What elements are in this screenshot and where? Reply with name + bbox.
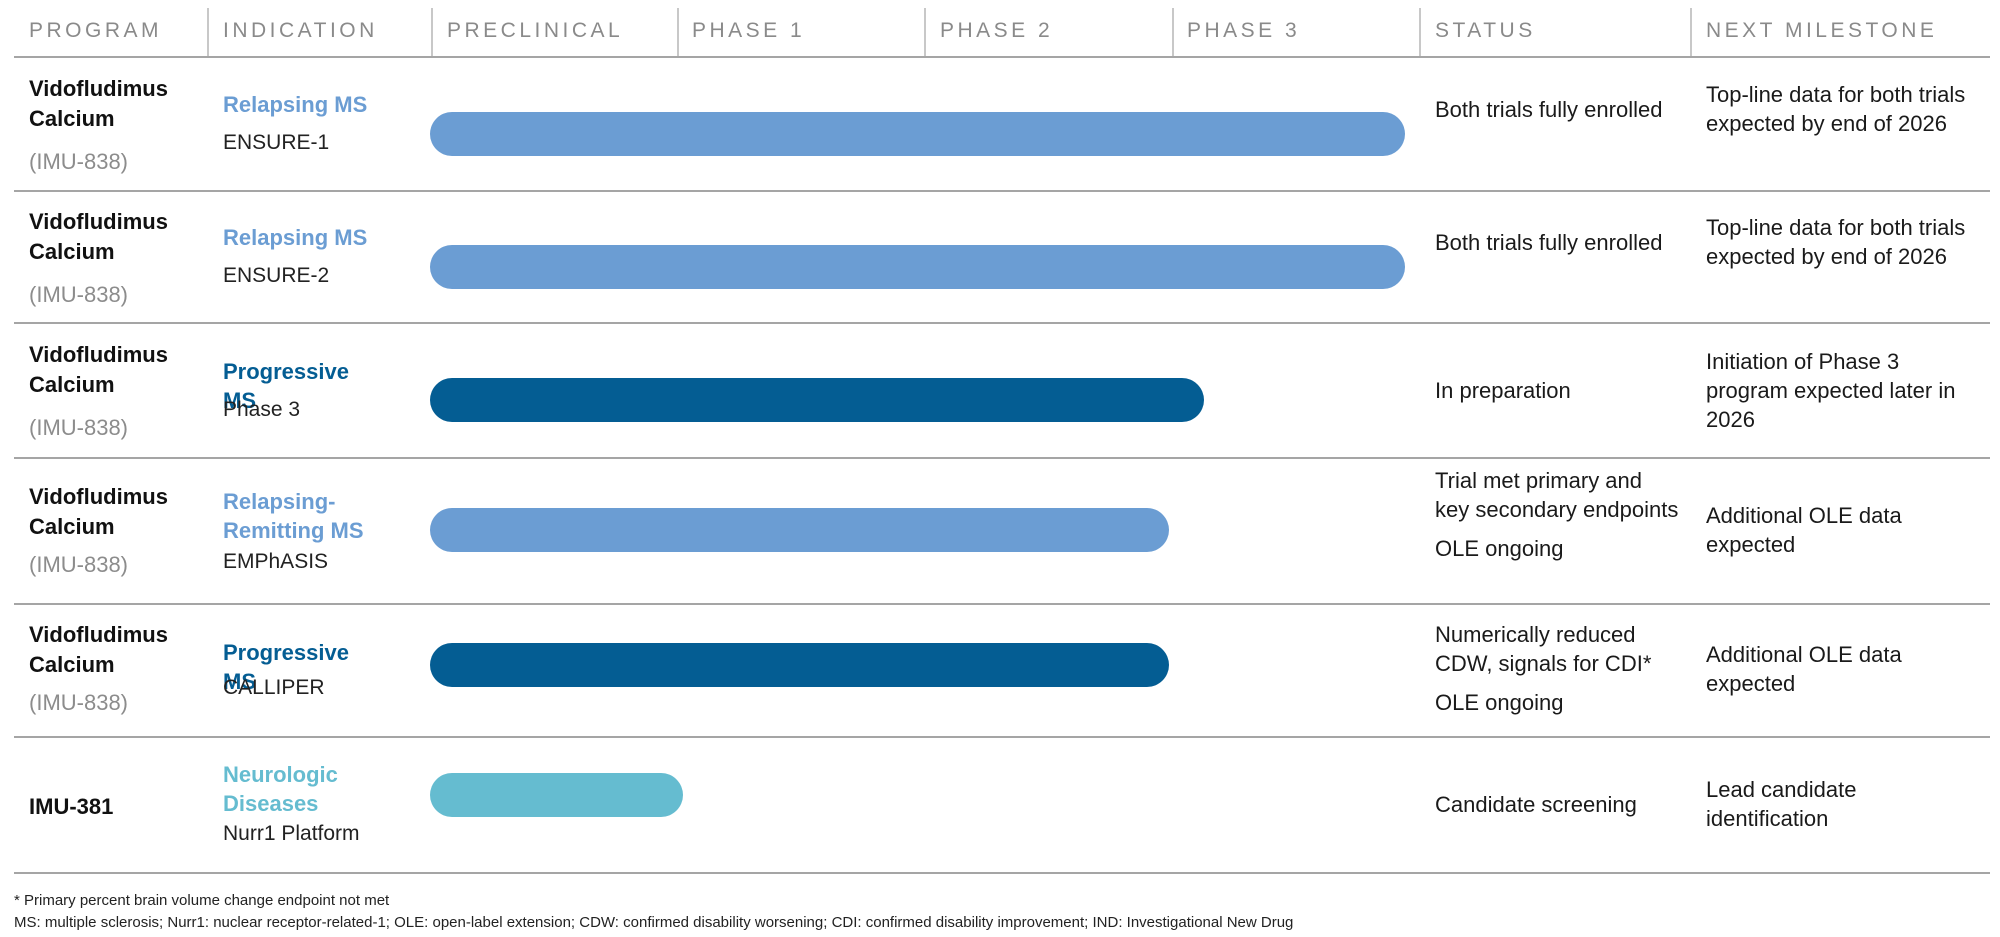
milestone-text: Additional OLE data expected bbox=[1706, 642, 1902, 696]
milestone-text: Top-line data for both trials expected b… bbox=[1706, 215, 1966, 269]
milestone-text: Top-line data for both trials expected b… bbox=[1706, 82, 1966, 136]
header-divider bbox=[924, 8, 926, 56]
progress-bar bbox=[430, 378, 1204, 422]
header-divider bbox=[1419, 8, 1421, 56]
row-divider bbox=[14, 736, 1990, 738]
status-extra: OLE ongoing bbox=[1435, 536, 1564, 561]
program-name-line: Vidofludimus bbox=[29, 76, 168, 101]
program-name: Vidofludimus Calcium bbox=[29, 74, 199, 134]
program-code: (IMU-838) bbox=[29, 415, 129, 440]
progress-bar bbox=[430, 643, 1169, 687]
program-code: (IMU-838) bbox=[29, 552, 129, 577]
progress-bar bbox=[430, 508, 1169, 552]
status-main: Numerically reduced CDW, signals for CDI… bbox=[1435, 622, 1652, 676]
program-code: (IMU-838) bbox=[29, 149, 129, 174]
trial-name: CALLIPER bbox=[223, 676, 325, 699]
trial-name: Nurr1 Platform bbox=[223, 822, 360, 845]
indication-title: Relapsing MS bbox=[223, 225, 368, 250]
program-name-line: Calcium bbox=[29, 106, 115, 131]
header-program: PROGRAM bbox=[29, 19, 163, 42]
program-name-line: Vidofludimus bbox=[29, 209, 168, 234]
row-divider bbox=[14, 603, 1990, 605]
header-next-milestone: NEXT MILESTONE bbox=[1706, 19, 1938, 42]
header-preclinical: PRECLINICAL bbox=[447, 19, 624, 42]
program-name-line: IMU-381 bbox=[29, 794, 114, 819]
progress-bar bbox=[430, 773, 683, 817]
status-text: Numerically reduced CDW, signals for CDI… bbox=[1435, 620, 1680, 717]
row-divider bbox=[14, 457, 1990, 459]
status-extra: OLE ongoing bbox=[1435, 690, 1564, 715]
header-divider bbox=[1690, 8, 1692, 56]
program-name: Vidofludimus Calcium bbox=[29, 207, 199, 267]
indication-title: Relapsing-Remitting MS bbox=[223, 489, 364, 543]
header-divider bbox=[1172, 8, 1174, 56]
program-name-line: Vidofludimus bbox=[29, 484, 168, 509]
status-text: Both trials fully enrolled bbox=[1435, 230, 1663, 255]
status-text: Both trials fully enrolled bbox=[1435, 97, 1663, 122]
header-status: STATUS bbox=[1435, 19, 1536, 42]
milestone-text: Additional OLE data expected bbox=[1706, 503, 1902, 557]
header-phase2: PHASE 2 bbox=[940, 19, 1054, 42]
program-name: Vidofludimus Calcium bbox=[29, 482, 199, 542]
progress-bar bbox=[430, 245, 1405, 289]
header-divider bbox=[207, 8, 209, 56]
trial-name: ENSURE-1 bbox=[223, 131, 330, 154]
header-phase3: PHASE 3 bbox=[1187, 19, 1301, 42]
header-indication: INDICATION bbox=[223, 19, 378, 42]
indication-title: Neurologic Diseases bbox=[223, 762, 338, 816]
status-main: Trial met primary and key secondary endp… bbox=[1435, 468, 1679, 522]
program-name-line: Vidofludimus bbox=[29, 622, 168, 647]
program-name: Vidofludimus Calcium bbox=[29, 340, 199, 400]
program-name-line: Vidofludimus bbox=[29, 342, 168, 367]
footnote-asterisk: * Primary percent brain volume change en… bbox=[14, 892, 390, 909]
row-divider bbox=[14, 872, 1990, 874]
program-code: (IMU-838) bbox=[29, 690, 129, 715]
status-text: Candidate screening bbox=[1435, 792, 1637, 817]
indication-title: Relapsing MS bbox=[223, 92, 368, 117]
program-name: Vidofludimus Calcium bbox=[29, 620, 199, 680]
header-divider bbox=[431, 8, 433, 56]
header-rule bbox=[14, 56, 1990, 58]
program-name-line: Calcium bbox=[29, 514, 115, 539]
program-code: (IMU-838) bbox=[29, 282, 129, 307]
footnote-abbreviations: MS: multiple sclerosis; Nurr1: nuclear r… bbox=[14, 914, 1294, 931]
row-divider bbox=[14, 190, 1990, 192]
milestone-text: Initiation of Phase 3 program expected l… bbox=[1706, 349, 1956, 432]
program-name-line: Calcium bbox=[29, 239, 115, 264]
status-text: In preparation bbox=[1435, 378, 1571, 403]
header-phase1: PHASE 1 bbox=[692, 19, 806, 42]
progress-bar bbox=[430, 112, 1405, 156]
trial-name: ENSURE-2 bbox=[223, 264, 330, 287]
header-divider bbox=[677, 8, 679, 56]
trial-name: EMPhASIS bbox=[223, 550, 329, 573]
program-name-line: Calcium bbox=[29, 372, 115, 397]
milestone-text: Lead candidate identification bbox=[1706, 777, 1857, 831]
row-divider bbox=[14, 322, 1990, 324]
program-name: IMU-381 bbox=[29, 792, 199, 822]
program-name-line: Calcium bbox=[29, 652, 115, 677]
trial-name: Phase 3 bbox=[223, 398, 301, 421]
status-text: Trial met primary and key secondary endp… bbox=[1435, 466, 1680, 563]
